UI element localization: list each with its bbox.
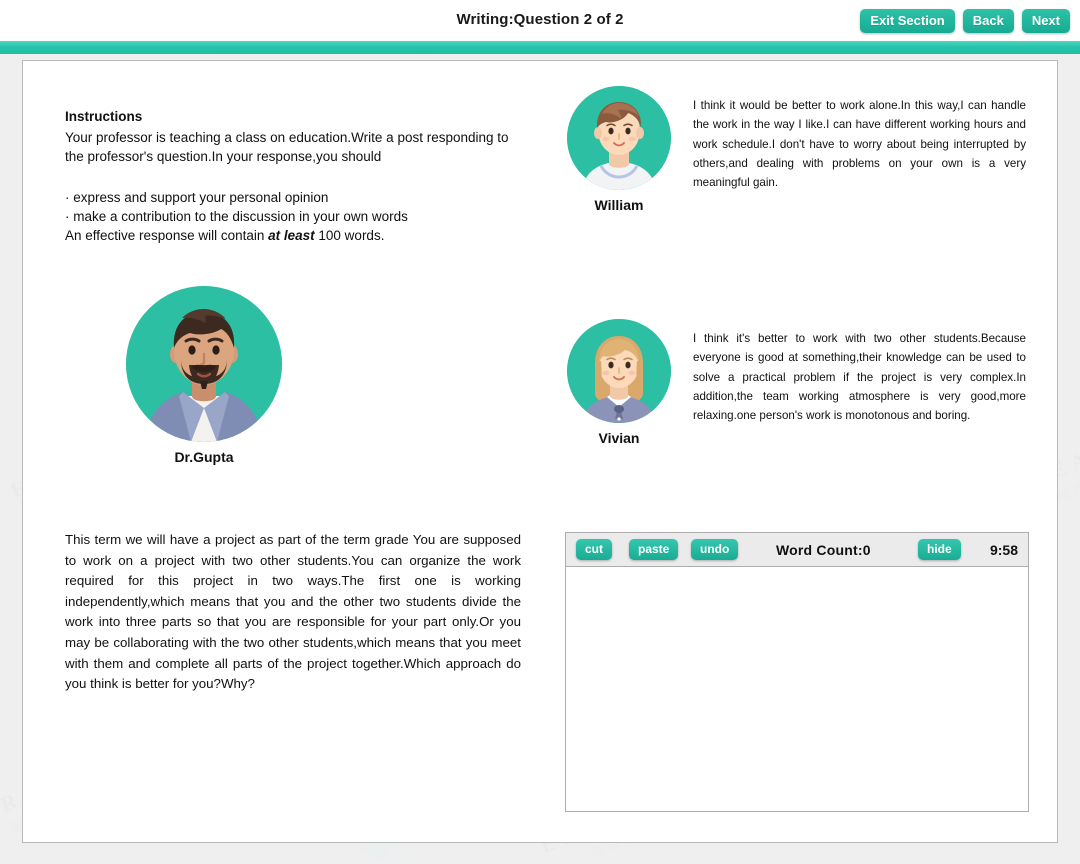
editor-toolbar: cut paste undo Word Count:0 hide 9:58 <box>566 533 1028 567</box>
nav-button-group: Exit Section Back Next <box>860 9 1070 33</box>
cut-button[interactable]: cut <box>576 539 612 560</box>
response-textarea[interactable] <box>566 567 1028 811</box>
undo-button[interactable]: undo <box>691 539 739 560</box>
avatar-william: William <box>567 86 671 213</box>
paste-button[interactable]: paste <box>629 539 679 560</box>
content-card: Instructions Your professor is teaching … <box>22 60 1058 843</box>
exit-section-button[interactable]: Exit Section <box>860 9 955 33</box>
top-bar: Writing:Question 2 of 2 Exit Section Bac… <box>0 0 1080 41</box>
hide-button[interactable]: hide <box>918 539 961 560</box>
instructions-heading: Instructions <box>65 109 143 124</box>
instructions-bullet-2: · make a contribution to the discussion … <box>65 209 408 224</box>
post-text-william: I think it would be better to work alone… <box>693 99 1026 190</box>
avatar-name-vivian: Vivian <box>598 430 640 446</box>
professor-avatar-icon <box>126 286 282 442</box>
word-requirement-emphasis: at least <box>268 228 315 243</box>
avatar-professor: Dr.Gupta <box>126 286 282 465</box>
avatar-name-professor: Dr.Gupta <box>174 449 234 465</box>
word-requirement-suffix: 100 words. <box>314 228 385 243</box>
instructions-spacer <box>65 166 527 188</box>
instructions-word-requirement: An effective response will contain at le… <box>65 226 527 245</box>
next-button[interactable]: Next <box>1021 9 1070 33</box>
avatar-vivian: Vivian <box>567 319 671 446</box>
instructions-bullet-1: · express and support your personal opin… <box>65 190 329 205</box>
timer-display: 9:58 <box>989 541 1018 558</box>
header-accent-band <box>0 41 1080 54</box>
female-student-avatar-icon <box>567 319 671 423</box>
word-count-label: Word Count:0 <box>776 541 871 558</box>
response-editor-panel: cut paste undo Word Count:0 hide 9:58 <box>565 532 1029 812</box>
back-button[interactable]: Back <box>962 9 1014 33</box>
post-text-vivian: I think it's better to work with two oth… <box>693 332 1026 423</box>
avatar-name-william: William <box>594 197 644 213</box>
male-student-avatar-icon <box>567 86 671 190</box>
instructions-block: Instructions Your professor is teaching … <box>65 109 527 245</box>
word-requirement-prefix: An effective response will contain <box>65 228 269 243</box>
instructions-paragraph: Your professor is teaching a class on ed… <box>65 130 509 164</box>
professor-question-text: This term we will have a project as part… <box>65 532 521 692</box>
